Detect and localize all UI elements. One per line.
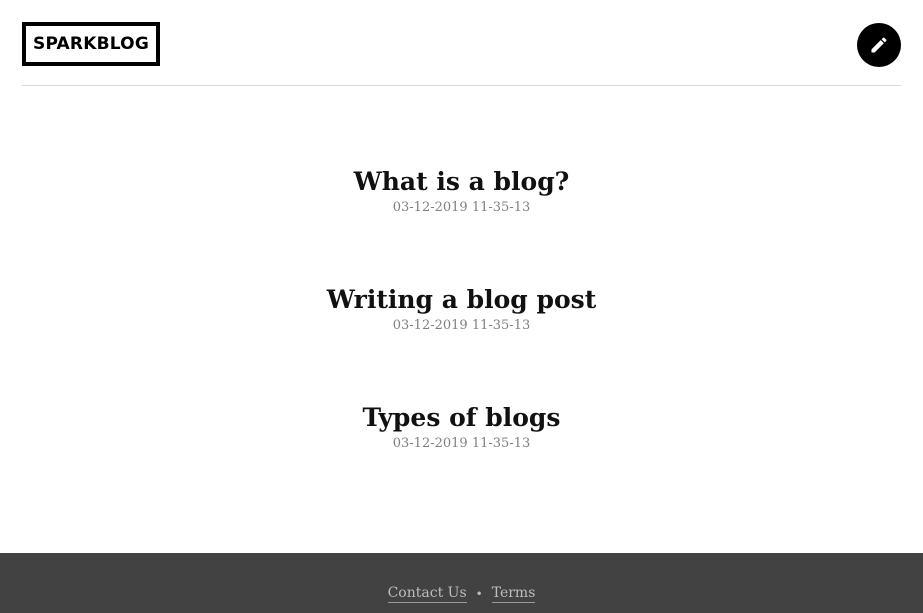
site-footer: Contact Us • Terms — [0, 553, 923, 613]
post-item: Writing a blog post 03-12-2019 11-35-13 — [0, 283, 923, 401]
terms-link[interactable]: Terms — [491, 585, 536, 603]
post-item: Types of blogs 03-12-2019 11-35-13 — [0, 401, 923, 519]
site-header: SPARKBLOG — [22, 0, 901, 86]
post-list: What is a blog? 03-12-2019 11-35-13 Writ… — [0, 165, 923, 519]
pencil-icon — [869, 35, 889, 55]
footer-links: Contact Us • Terms — [387, 585, 536, 603]
post-item: What is a blog? 03-12-2019 11-35-13 — [0, 165, 923, 283]
contact-us-link[interactable]: Contact Us — [387, 585, 467, 603]
post-title[interactable]: Types of blogs — [0, 401, 923, 435]
post-date: 03-12-2019 11-35-13 — [392, 318, 531, 333]
footer-separator: • — [475, 587, 483, 601]
site-logo[interactable]: SPARKBLOG — [22, 22, 160, 66]
new-post-button[interactable] — [857, 23, 901, 67]
post-title[interactable]: What is a blog? — [0, 165, 923, 199]
post-date: 03-12-2019 11-35-13 — [392, 436, 531, 451]
post-title[interactable]: Writing a blog post — [0, 283, 923, 317]
post-date: 03-12-2019 11-35-13 — [392, 200, 531, 215]
